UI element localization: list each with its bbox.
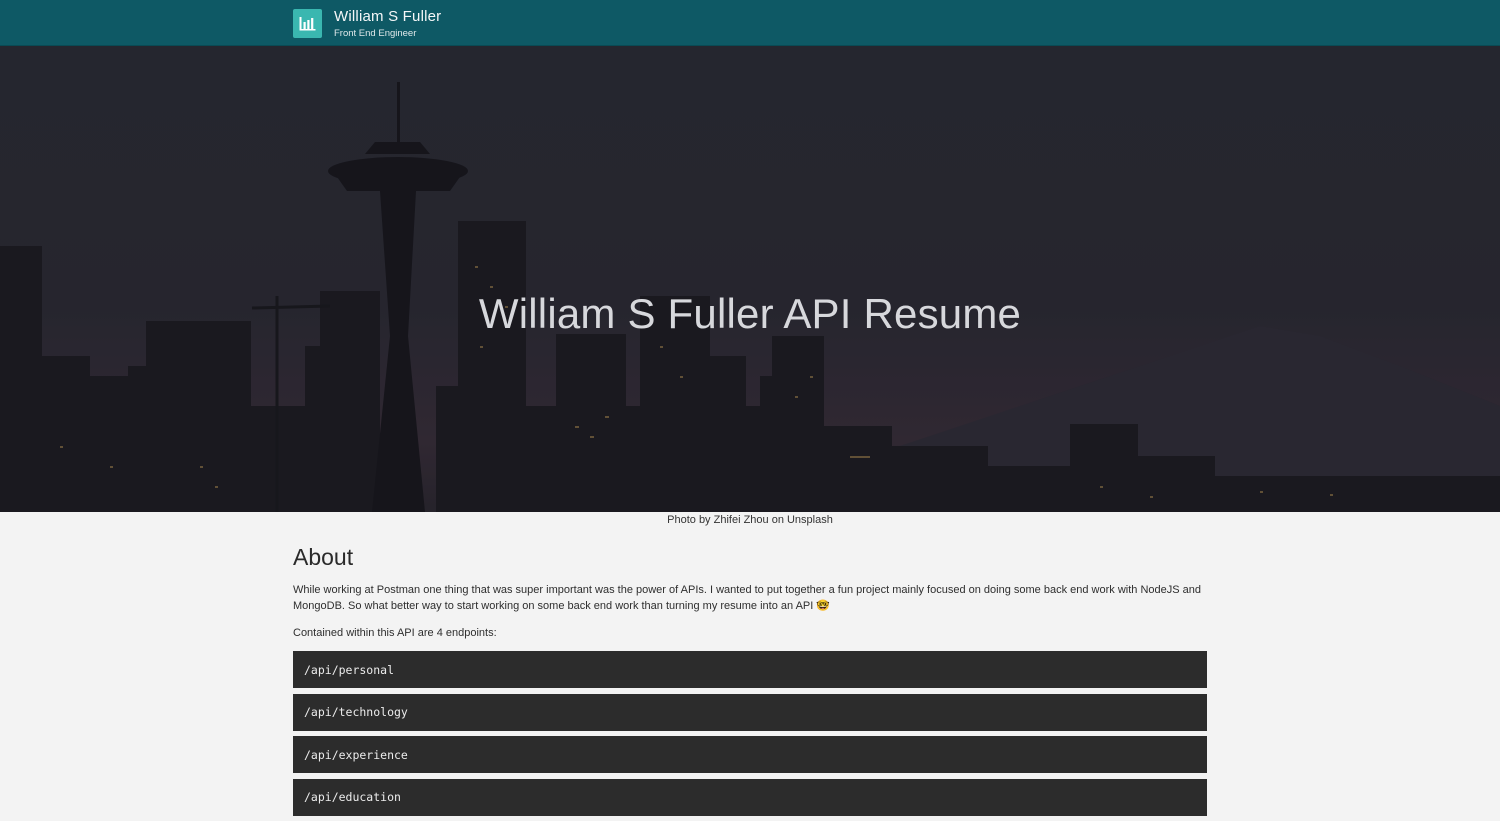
about-heading: About [293,544,354,570]
brand[interactable]: William S Fuller Front End Engineer [293,8,441,39]
endpoints-intro: Contained within this API are 4 endpoint… [293,627,497,639]
endpoint-personal[interactable]: /api/personal [293,651,1207,688]
site-subtitle: Front End Engineer [334,28,417,39]
seattle-skyline-image [0,46,1500,512]
endpoint-education[interactable]: /api/education [293,778,1207,816]
endpoint-experience[interactable]: /api/experience [293,736,1207,773]
endpoint-list: /api/personal /api/technology /api/exper… [293,651,1207,816]
photo-credit: Photo by Zhifei Zhou on Unsplash [667,514,833,526]
about-paragraph: While working at Postman one thing that … [293,584,1201,612]
bar-chart-logo-icon [293,8,322,38]
endpoint-technology[interactable]: /api/technology [293,693,1207,731]
hero-title: William S Fuller API Resume [478,290,1022,338]
site-header: William S Fuller Front End Engineer [0,0,1500,46]
site-title: William S Fuller [334,8,442,25]
main-content: About While working at Postman one thing… [293,540,1207,821]
hero-banner: William S Fuller API Resume [0,46,1500,512]
